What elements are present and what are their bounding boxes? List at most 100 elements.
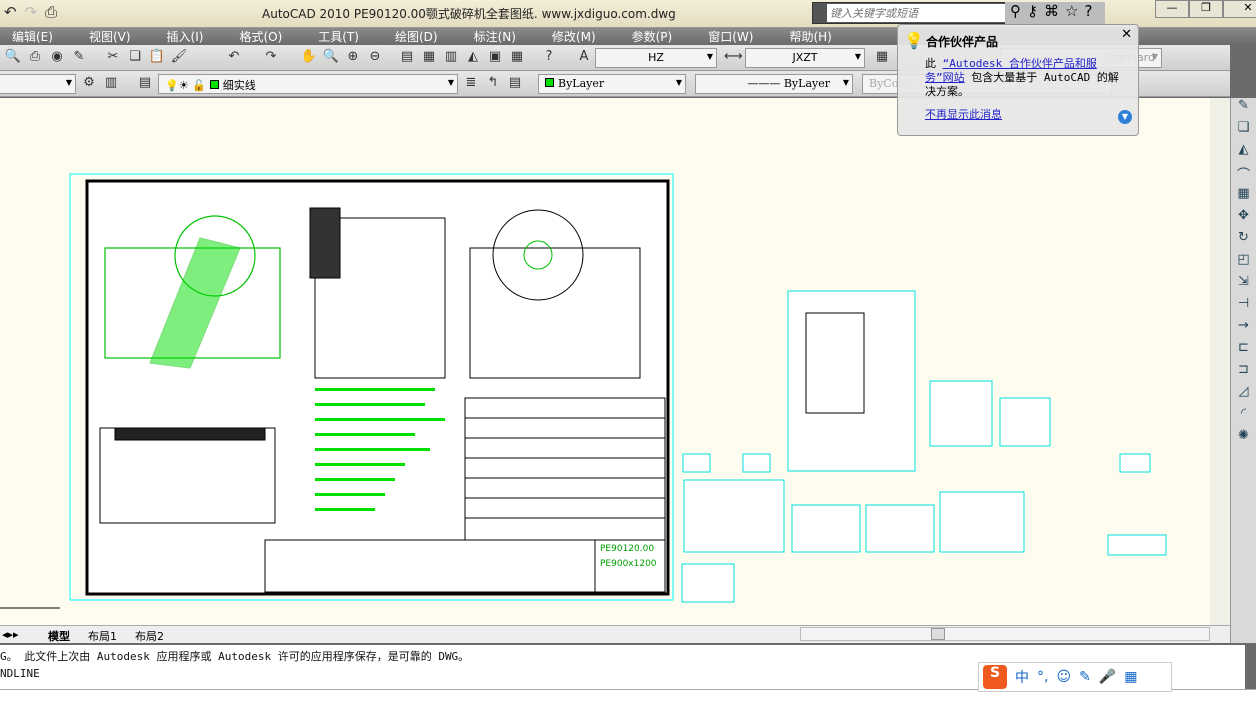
paste-icon[interactable]: 📋 [148,49,166,67]
redo-icon[interactable]: ↷ [25,3,38,23]
zoom-icon[interactable]: 🔍 [322,49,340,67]
move-icon[interactable]: ✥ [1231,208,1256,230]
star-icon[interactable]: ☆ [1065,2,1078,24]
menu-modify[interactable]: 修改(M) [552,28,596,45]
undo-icon[interactable]: ↶ [4,3,17,23]
explode-icon[interactable]: ✺ [1231,428,1256,450]
layer-icon[interactable]: ▤ [506,75,524,93]
satellite-icon[interactable]: ⌘ [1044,2,1059,24]
menu-draw[interactable]: 绘图(D) [395,28,438,45]
lightbulb-icon: 💡 [904,31,924,50]
menu-edit[interactable]: 编辑(E) [12,28,53,45]
text-style-select[interactable]: HZ [595,48,717,68]
erase-icon[interactable]: ✎ [1231,98,1256,120]
mic-icon[interactable]: 🎤 [1099,669,1116,685]
menu-format[interactable]: 格式(O) [239,28,282,45]
make-current-layer-icon[interactable]: ≣ [462,75,480,93]
sogou-logo-icon[interactable]: S [983,665,1007,689]
maximize-button[interactable]: ❐ [1189,0,1223,18]
menu-help[interactable]: 帮助(H) [789,28,831,45]
color-value: ByLayer [558,77,605,90]
dismiss-link[interactable]: 不再显示此消息 [925,106,1002,122]
print-icon[interactable]: ⎙ [45,3,57,23]
menu-parameters[interactable]: 参数(P) [632,28,673,45]
table-style-icon[interactable]: ▦ [873,49,891,67]
calculator-icon[interactable]: ▦ [508,49,526,67]
undo-icon[interactable]: ↶ [225,49,243,67]
text-style-icon[interactable]: A [575,49,593,67]
color-select[interactable]: ByLayer [538,74,686,94]
trim-icon[interactable]: ⊣ [1231,296,1256,318]
quick-access-toolbar: ↶ ↷ ⎙ [4,3,57,23]
color-swatch [545,78,554,87]
publish-icon[interactable]: ◉ [48,49,66,67]
sheet-set-icon[interactable]: ◭ [464,49,482,67]
fillet-icon[interactable]: ◜ [1231,406,1256,428]
balloon-prefix: 此 [925,57,936,70]
ime-punct[interactable]: °, [1037,669,1048,685]
mirror-icon[interactable]: ◭ [1231,142,1256,164]
layer-states-icon[interactable]: ▤ [136,75,154,93]
menu-dimension[interactable]: 标注(N) [474,28,516,45]
title-block-text: PE900x1200 [600,559,657,569]
workspace-select[interactable] [0,74,76,94]
layer-select[interactable]: 💡☀ 🔓 细实线 [158,74,458,94]
tab-model[interactable]: 模型 [48,628,70,644]
rotate-icon[interactable]: ↻ [1231,230,1256,252]
scroll-thumb[interactable] [931,628,945,640]
menu-tools[interactable]: 工具(T) [318,28,359,45]
offset-icon[interactable]: ⌒ [1231,164,1256,186]
copy-icon[interactable]: ❏ [126,49,144,67]
help-icon[interactable]: ? [1084,2,1092,24]
expand-icon[interactable]: ▼ [1118,110,1132,124]
close-icon[interactable]: ✕ [1121,27,1132,42]
stretch-icon[interactable]: ⇲ [1231,274,1256,296]
binoculars-icon[interactable]: ⚲ [1010,2,1021,24]
extend-icon[interactable]: → [1231,318,1256,340]
zoom-window-icon[interactable]: ⊕ [344,49,362,67]
redo-icon[interactable]: ↷ [262,49,280,67]
menu-window[interactable]: 窗口(W) [708,28,753,45]
tool-palettes-icon[interactable]: ▥ [442,49,460,67]
tab-layout1[interactable]: 布局1 [88,628,117,644]
menu-view[interactable]: 视图(V) [89,28,131,45]
close-button[interactable]: ✕ [1223,0,1256,18]
detail-sheets [681,290,1167,603]
break-icon[interactable]: ⊏ [1231,340,1256,362]
drawing-canvas[interactable]: PE90120.00 PE900x1200 [0,98,1230,625]
emoji-icon[interactable]: ☺ [1056,669,1071,685]
key-icon[interactable]: ⚷ [1027,2,1038,24]
tab-nav-arrows[interactable]: ◂▸▸ [2,628,19,641]
search-input[interactable] [827,4,1005,22]
copy-icon[interactable]: ❏ [1231,120,1256,142]
dim-style-select[interactable]: JXZT [745,48,865,68]
layer-manager-icon[interactable]: ▥ [102,75,120,93]
ime-mode[interactable]: 中 [1015,667,1029,687]
scale-icon[interactable]: ◰ [1231,252,1256,274]
edit-icon[interactable]: ✎ [70,49,88,67]
zoom-previous-icon[interactable]: ⊖ [366,49,384,67]
preview-icon[interactable]: 🔍 [4,49,22,67]
vertical-scrollbar[interactable] [1210,98,1230,625]
minimize-button[interactable]: — [1155,0,1189,18]
plot-icon[interactable]: ⎙ [26,49,44,67]
grid-icon[interactable]: ▦ [1124,669,1137,685]
tab-layout2[interactable]: 布局2 [135,628,164,644]
join-icon[interactable]: ⊐ [1231,362,1256,384]
gear-icon[interactable]: ⚙ [80,75,98,93]
help-icon[interactable]: ? [540,49,558,67]
dim-style-icon[interactable]: ⟷ [724,49,743,67]
layer-previous-icon[interactable]: ↰ [484,75,502,93]
chamfer-icon[interactable]: ◿ [1231,384,1256,406]
pan-icon[interactable]: ✋ [300,49,318,67]
array-icon[interactable]: ▦ [1231,186,1256,208]
pen-icon[interactable]: ✎ [1079,669,1091,685]
linetype-select[interactable]: ——— ByLayer [695,74,853,94]
menu-insert[interactable]: 插入(I) [167,28,204,45]
horizontal-scrollbar[interactable] [800,627,1210,641]
cut-icon[interactable]: ✂ [104,49,122,67]
markup-icon[interactable]: ▣ [486,49,504,67]
design-center-icon[interactable]: ▦ [420,49,438,67]
match-properties-icon[interactable]: 🖌 [170,49,188,67]
properties-icon[interactable]: ▤ [398,49,416,67]
